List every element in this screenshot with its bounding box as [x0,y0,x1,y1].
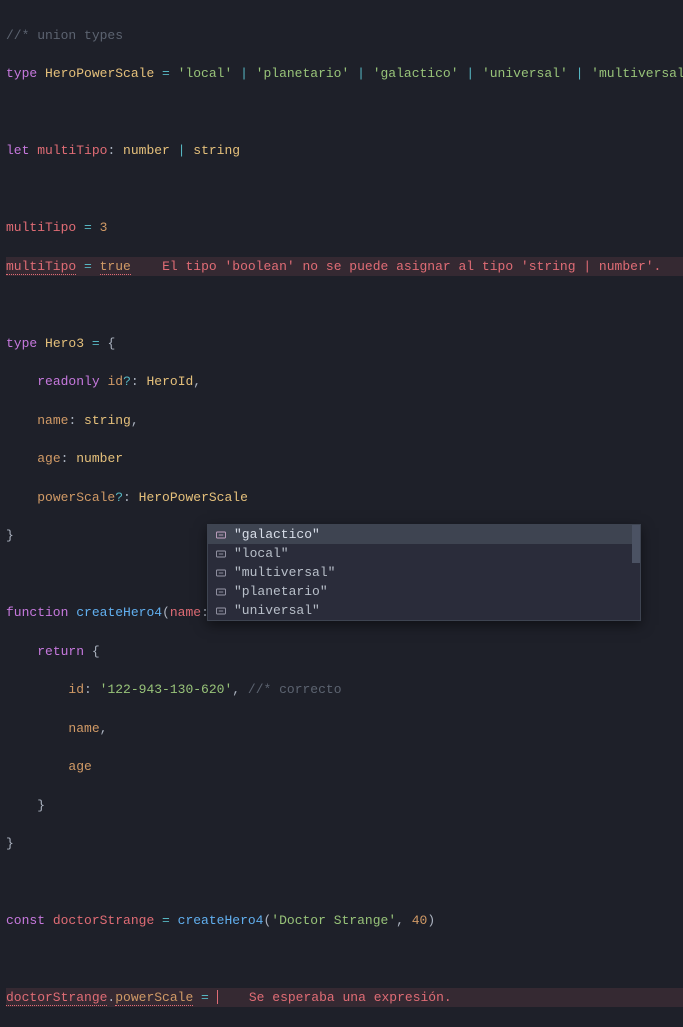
const-icon [214,547,228,561]
autocomplete-label: "multiversal" [234,563,335,583]
error-line: multiTipo = true El tipo 'boolean' no se… [6,257,683,276]
func-createHero4: createHero4 [76,605,162,620]
var-multiTipo: multiTipo [37,143,107,158]
autocomplete-item-planetario[interactable]: "planetario" [208,582,640,601]
error-message: El tipo 'boolean' no se puede asignar al… [162,259,661,274]
autocomplete-item-galactico[interactable]: "galactico" [208,525,640,544]
type-name: HeroPowerScale [45,66,154,81]
autocomplete-item-universal[interactable]: "universal" [208,601,640,620]
autocomplete-label: "universal" [234,601,320,621]
const-icon [214,604,228,618]
const-icon [214,528,228,542]
error-message: Se esperaba una expresión. [249,990,452,1005]
code-editor[interactable]: //* union types type HeroPowerScale = 'l… [0,0,683,1027]
type-hero3: Hero3 [45,336,84,351]
error-line: doctorStrange.powerScale = Se esperaba u… [6,988,683,1007]
autocomplete-item-local[interactable]: "local" [208,544,640,563]
autocomplete-popup[interactable]: "galactico" "local" "multiversal" "plane… [207,524,641,621]
autocomplete-label: "galactico" [234,525,320,545]
autocomplete-label: "planetario" [234,582,328,602]
const-doctorStrange: doctorStrange [53,913,154,928]
autocomplete-label: "local" [234,544,289,564]
comment: //* union types [6,28,123,43]
autocomplete-item-multiversal[interactable]: "multiversal" [208,563,640,582]
const-icon [214,585,228,599]
scrollbar[interactable] [632,525,640,563]
const-icon [214,566,228,580]
keyword-type: type [6,66,37,81]
